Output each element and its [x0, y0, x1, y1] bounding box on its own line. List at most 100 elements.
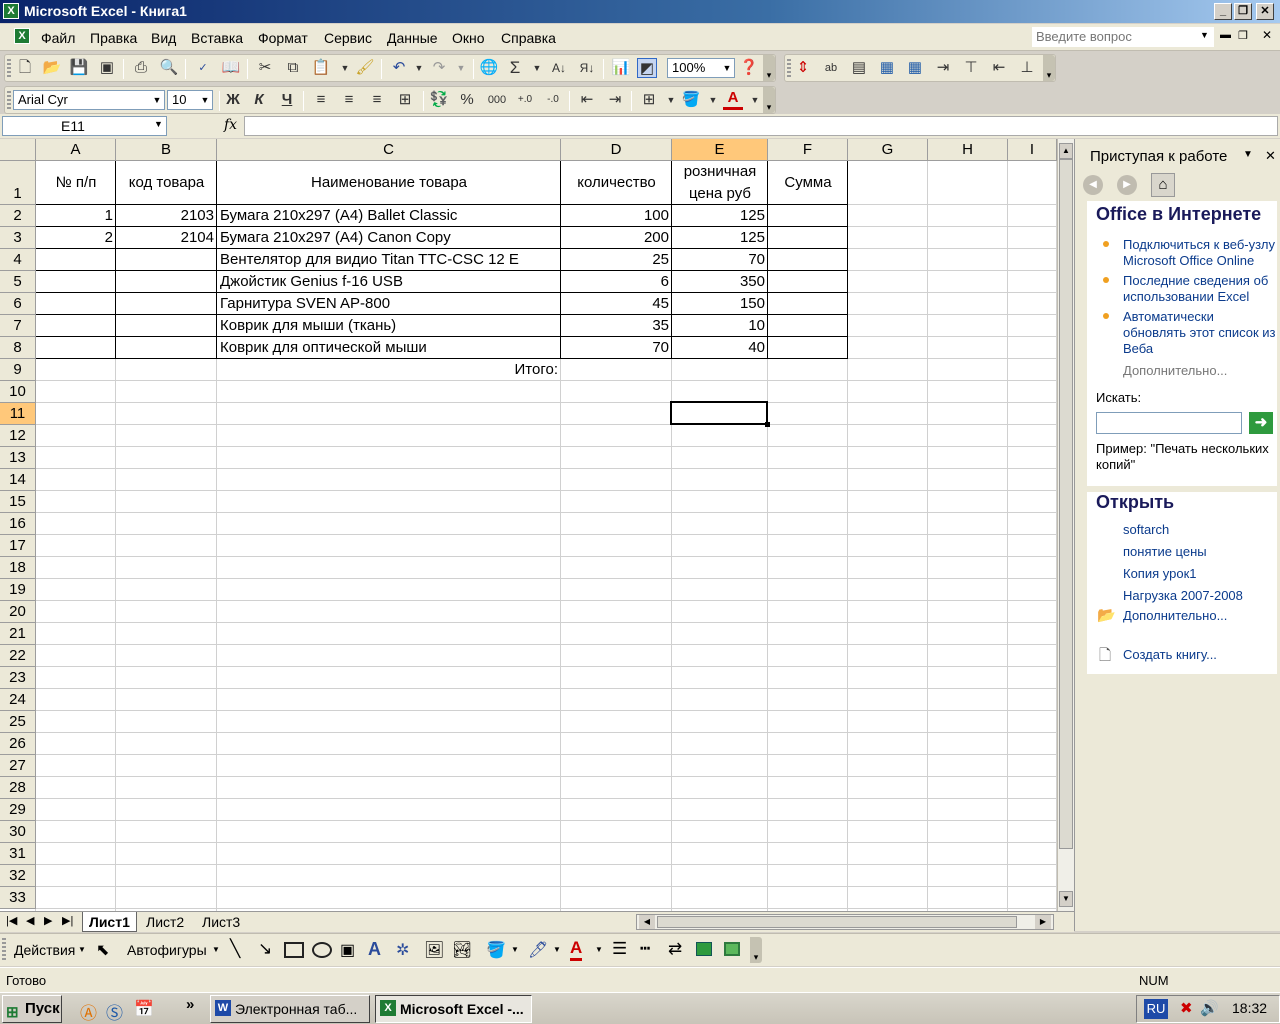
cell-price[interactable]: 150: [672, 293, 768, 315]
cell-number[interactable]: [36, 271, 116, 293]
prev-sheet-icon[interactable]: ◀: [26, 914, 34, 927]
extra-toolbar-options-icon[interactable]: ▾: [1043, 55, 1055, 81]
header-cell-code[interactable]: код товара: [116, 161, 217, 205]
paste-icon[interactable]: 📋: [311, 58, 331, 78]
row-header-33[interactable]: 33: [0, 887, 36, 909]
row-header-26[interactable]: 26: [0, 733, 36, 755]
volume-icon[interactable]: 🔊: [1200, 999, 1219, 1017]
task-pane-dropdown-icon[interactable]: ▼: [1243, 149, 1253, 160]
thousands-button[interactable]: 000: [487, 90, 507, 110]
row-header-8[interactable]: 8: [0, 337, 36, 359]
back-icon[interactable]: ◀: [1083, 175, 1103, 195]
row-header-29[interactable]: 29: [0, 799, 36, 821]
cell-number[interactable]: [36, 249, 116, 271]
scroll-left-icon[interactable]: ◀: [639, 915, 655, 929]
line-color-dropdown-icon[interactable]: ▼: [553, 945, 561, 954]
row-header-19[interactable]: 19: [0, 579, 36, 601]
doc-restore-icon[interactable]: ❐: [1238, 29, 1248, 42]
draw-fill-dropdown-icon[interactable]: ▼: [511, 945, 519, 954]
vertical-scroll-thumb[interactable]: [1059, 159, 1073, 849]
align-center-icon[interactable]: ≡: [339, 90, 359, 110]
column-header-g[interactable]: G: [848, 139, 928, 161]
menu-edit[interactable]: Правка: [90, 30, 137, 46]
currency-icon[interactable]: 💱: [429, 90, 449, 110]
link-more-online[interactable]: Дополнительно...: [1123, 363, 1279, 379]
redo-dropdown-icon[interactable]: ▼: [451, 58, 471, 78]
insert-row-icon[interactable]: ⇥: [933, 58, 953, 78]
borders-icon[interactable]: ⊞: [639, 90, 659, 110]
fill-color-dropdown-icon[interactable]: ▼: [703, 90, 723, 110]
worksheet-grid[interactable]: A B C D E F G H I 1 2 3 4 5 6 7 8 9 10 11 12 13 14 15 16 17 18 19 20…: [0, 139, 1057, 911]
align-right-icon[interactable]: ≡: [367, 90, 387, 110]
cell-quantity[interactable]: 45: [561, 293, 672, 315]
cell-code[interactable]: [116, 337, 217, 359]
cell-code[interactable]: [116, 293, 217, 315]
cell-quantity[interactable]: 25: [561, 249, 672, 271]
sheet-tab-2[interactable]: Лист2: [140, 912, 190, 932]
font-color-dropdown-icon[interactable]: ▼: [745, 90, 765, 110]
new-icon[interactable]: 🗋: [15, 58, 35, 78]
cell-sum[interactable]: [768, 249, 848, 271]
autosum-icon[interactable]: Σ: [505, 58, 525, 78]
italic-button[interactable]: К: [249, 90, 269, 110]
draw-font-color-dropdown-icon[interactable]: ▼: [595, 945, 603, 954]
row-header-20[interactable]: 20: [0, 601, 36, 623]
cell-sum[interactable]: [768, 293, 848, 315]
header-cell-number[interactable]: № п/п: [36, 161, 116, 205]
cell-quantity[interactable]: 70: [561, 337, 672, 359]
font-color-icon[interactable]: A: [723, 90, 743, 110]
drawing-toggle-icon[interactable]: ◩: [637, 58, 657, 78]
cell-price[interactable]: 70: [672, 249, 768, 271]
cell-product-name[interactable]: Бумага 210x297 (A4) Ballet Classic: [217, 205, 561, 227]
zoom-combo[interactable]: 100% ▼: [667, 58, 735, 78]
name-box-dropdown-icon[interactable]: ▼: [154, 119, 163, 129]
freeze-panes-icon[interactable]: ▦: [877, 58, 897, 78]
cell-sum[interactable]: [768, 271, 848, 293]
delete-column-icon[interactable]: ⊥: [1017, 58, 1037, 78]
column-header-b[interactable]: B: [116, 139, 217, 161]
menu-insert[interactable]: Вставка: [191, 30, 243, 46]
doc-minimize-icon[interactable]: ▬: [1220, 29, 1231, 41]
row-header-31[interactable]: 31: [0, 843, 36, 865]
cell-product-name[interactable]: Коврик для мыши (ткань): [217, 315, 561, 337]
sort-ascending-icon[interactable]: A↓: [549, 58, 569, 78]
cell-code[interactable]: [116, 315, 217, 337]
fill-color-icon[interactable]: 🪣: [681, 90, 701, 110]
header-cell-name[interactable]: Наименование товара: [217, 161, 561, 205]
line-style-icon[interactable]: ☰: [612, 939, 627, 959]
column-header-h[interactable]: H: [928, 139, 1008, 161]
header-cell-price[interactable]: розничная цена руб: [672, 161, 768, 205]
cell-product-name[interactable]: Джойстик Genius f-16 USB: [217, 271, 561, 293]
column-header-a[interactable]: A: [36, 139, 116, 161]
header-cell-sum[interactable]: Сумма: [768, 161, 848, 205]
question-box[interactable]: Введите вопрос: [1032, 27, 1214, 47]
draw-fill-color-icon[interactable]: 🪣: [486, 940, 506, 960]
active-cell-e11[interactable]: [670, 401, 768, 425]
select-all-corner[interactable]: [0, 139, 36, 161]
create-workbook-link[interactable]: Создать книгу...: [1123, 647, 1279, 663]
open-icon[interactable]: 📂: [42, 58, 62, 78]
format-toolbar-options-icon[interactable]: ▾: [763, 87, 775, 113]
recent-file-4[interactable]: Нагрузка 2007-2008: [1123, 588, 1279, 604]
menu-tools[interactable]: Сервис: [324, 30, 372, 46]
search-go-icon[interactable]: ➜: [1249, 412, 1273, 434]
row-header-6[interactable]: 6: [0, 293, 36, 315]
quicklaunch-app-icon-1[interactable]: Ⓐ: [80, 999, 97, 1024]
bold-button[interactable]: Ж: [223, 90, 243, 110]
save-icon[interactable]: 💾: [69, 58, 89, 78]
borders-dropdown-icon[interactable]: ▼: [661, 90, 681, 110]
recent-file-2[interactable]: понятие цены: [1123, 544, 1279, 560]
sheet-tab-1[interactable]: Лист1: [82, 912, 137, 932]
recent-file-3[interactable]: Копия урок1: [1123, 566, 1279, 582]
3d-icon[interactable]: [724, 942, 740, 956]
actions-dropdown-icon[interactable]: ▼: [78, 945, 86, 954]
column-header-f[interactable]: F: [768, 139, 848, 161]
permission-icon[interactable]: ▣: [97, 58, 117, 78]
line-color-icon[interactable]: 🖊: [528, 940, 548, 960]
wrap-text-icon[interactable]: ab: [821, 58, 841, 78]
sort-descending-icon[interactable]: Я↓: [577, 58, 597, 78]
start-button[interactable]: ⊞ Пуск: [2, 995, 62, 1023]
autoshapes-menu[interactable]: Автофигуры: [127, 942, 207, 958]
cell-code[interactable]: [116, 271, 217, 293]
last-sheet-icon[interactable]: ▶|: [62, 914, 73, 927]
